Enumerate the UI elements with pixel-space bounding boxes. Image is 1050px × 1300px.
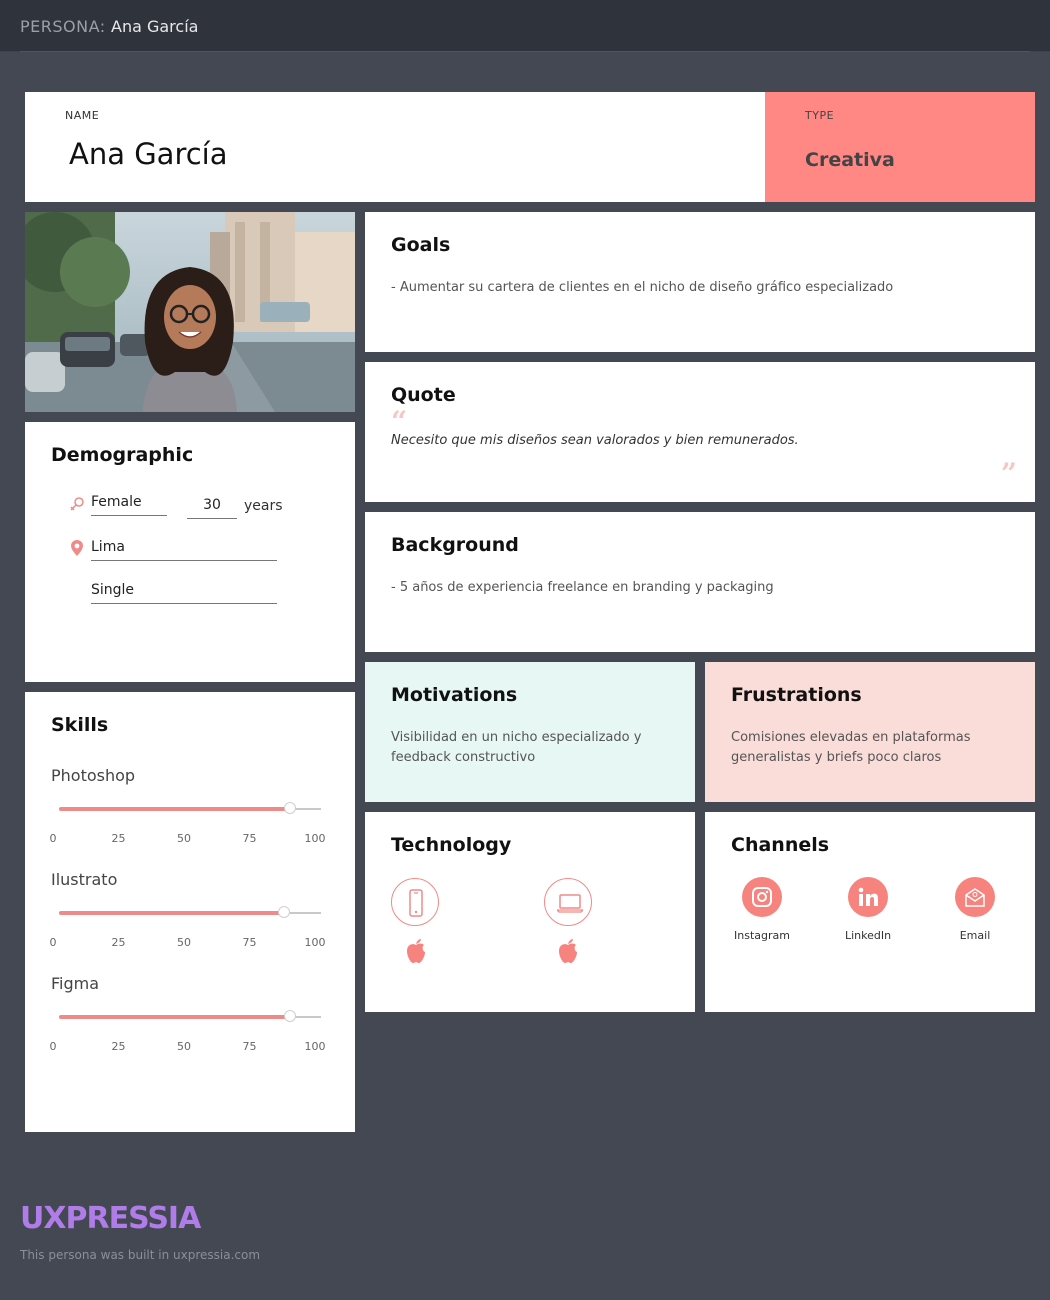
frustrations-card: Frustrations Comisiones elevadas en plat… [705,662,1035,802]
skill-slider-fill [59,911,285,915]
age-field[interactable]: 30 [187,497,237,519]
skill-scale-tick: 75 [242,936,257,949]
skill-slider-handle[interactable] [283,802,296,814]
built-with-text[interactable]: This persona was built in uxpressia.com [20,1248,260,1262]
apple-icon [559,939,577,963]
skill-scale-tick: 75 [242,832,257,845]
location-field[interactable]: Lima [91,539,277,561]
quote-card: Quote “ Necesito que mis diseños sean va… [365,362,1035,502]
channel-label: Email [959,929,991,942]
skills-title: Skills [51,714,109,736]
status-field[interactable]: Single [91,582,277,604]
motivations-line-2: feedback constructivo [391,750,536,765]
name-card: NAME Ana García [25,92,765,202]
quote-close-icon: ” [1000,457,1017,490]
technology-title: Technology [391,834,512,856]
smartphone-icon[interactable] [391,878,439,926]
channel-label: LinkedIn [844,929,892,942]
gender-field[interactable]: Female [91,494,167,516]
motivations-title: Motivations [391,684,518,706]
frustrations-title: Frustrations [731,684,862,706]
skill-name: Figma [51,974,100,993]
motivations-card: Motivations Visibilidad en un nicho espe… [365,662,695,802]
uxpressia-logo[interactable]: UXPRESSIA [20,1201,201,1236]
type-card: TYPE Creativa [765,92,1035,202]
frustrations-line-1: Comisiones elevadas en plataformas [731,730,971,745]
quote-open-icon: “ [391,405,408,438]
skill-scale-tick: 25 [111,832,126,845]
frustrations-line-2: generalistas y briefs poco claros [731,750,942,765]
apple-icon [407,939,425,963]
persona-photo-illustration [25,212,355,412]
email-icon [955,877,995,917]
motivations-text[interactable]: Visibilidad en un nicho especializado y … [391,728,641,768]
demographic-card: Demographic Female 30 years Lima Single [25,422,355,682]
skill-scale-tick: 0 [49,832,57,845]
quote-title: Quote [391,384,456,406]
skill-scale-tick: 100 [304,832,326,845]
age-unit: years [244,498,283,514]
gender-icon [70,497,84,511]
skill-scale: 0 25 50 75 100 [49,936,335,950]
skill-scale-tick: 0 [49,936,57,949]
persona-photo[interactable] [25,212,355,412]
laptop-icon[interactable] [544,878,592,926]
skill-scale-tick: 50 [177,936,191,949]
background-title: Background [391,534,519,556]
skill-slider[interactable] [59,802,321,814]
skill-slider[interactable] [59,1010,321,1022]
frustrations-text[interactable]: Comisiones elevadas en plataformas gener… [731,728,971,768]
background-card: Background - 5 años de experiencia freel… [365,512,1035,652]
type-value[interactable]: Creativa [805,149,895,171]
skill-slider-handle[interactable] [283,1010,296,1022]
channels-card: Channels Instagram LinkedIn Email [705,812,1035,1012]
goals-card: Goals - Aumentar su cartera de clientes … [365,212,1035,352]
quote-text[interactable]: Necesito que mis diseños sean valorados … [391,433,799,448]
goals-text[interactable]: - Aumentar su cartera de clientes en el … [391,278,893,298]
skill-scale-tick: 75 [242,1040,257,1053]
top-bar: PERSONA: Ana García [0,0,1050,52]
skills-card: Skills Photoshop 0 25 50 75 100 Ilustrato 0 25 50… [25,692,355,1132]
motivations-line-1: Visibilidad en un nicho especializado y [391,730,642,745]
channel-label: Instagram [734,929,790,942]
skill-scale-tick: 50 [177,832,191,845]
skill-slider[interactable] [59,906,321,918]
skill-scale-tick: 100 [304,936,326,949]
channel-instagram[interactable]: Instagram [722,877,802,942]
skill-scale: 0 25 50 75 100 [49,832,335,846]
persona-title[interactable]: Ana García [111,17,198,36]
type-label: TYPE [805,109,835,122]
demographic-title: Demographic [51,444,194,466]
location-pin-icon [71,540,83,556]
skill-slider-fill [59,807,290,811]
skill-scale-tick: 0 [49,1040,57,1053]
skill-name: Photoshop [51,766,136,785]
skill-scale-tick: 25 [111,936,126,949]
name-label: NAME [65,109,100,122]
skill-slider-handle[interactable] [278,906,291,918]
skill-scale: 0 25 50 75 100 [49,1040,335,1054]
linkedin-icon [848,877,888,917]
name-value[interactable]: Ana García [69,137,228,171]
persona-prefix: PERSONA: [20,17,106,36]
instagram-icon [742,877,782,917]
skill-name: Ilustrato [51,870,118,889]
technology-card: Technology [365,812,695,1012]
skill-slider-fill [59,1015,290,1019]
goals-title: Goals [391,234,451,256]
skill-scale-tick: 100 [304,1040,326,1053]
channel-email[interactable]: Email [935,877,1015,942]
channel-linkedin[interactable]: LinkedIn [828,877,908,942]
background-text[interactable]: - 5 años de experiencia freelance en bra… [391,578,774,598]
channels-title: Channels [731,834,830,856]
skill-scale-tick: 50 [177,1040,191,1053]
skill-scale-tick: 25 [111,1040,126,1053]
